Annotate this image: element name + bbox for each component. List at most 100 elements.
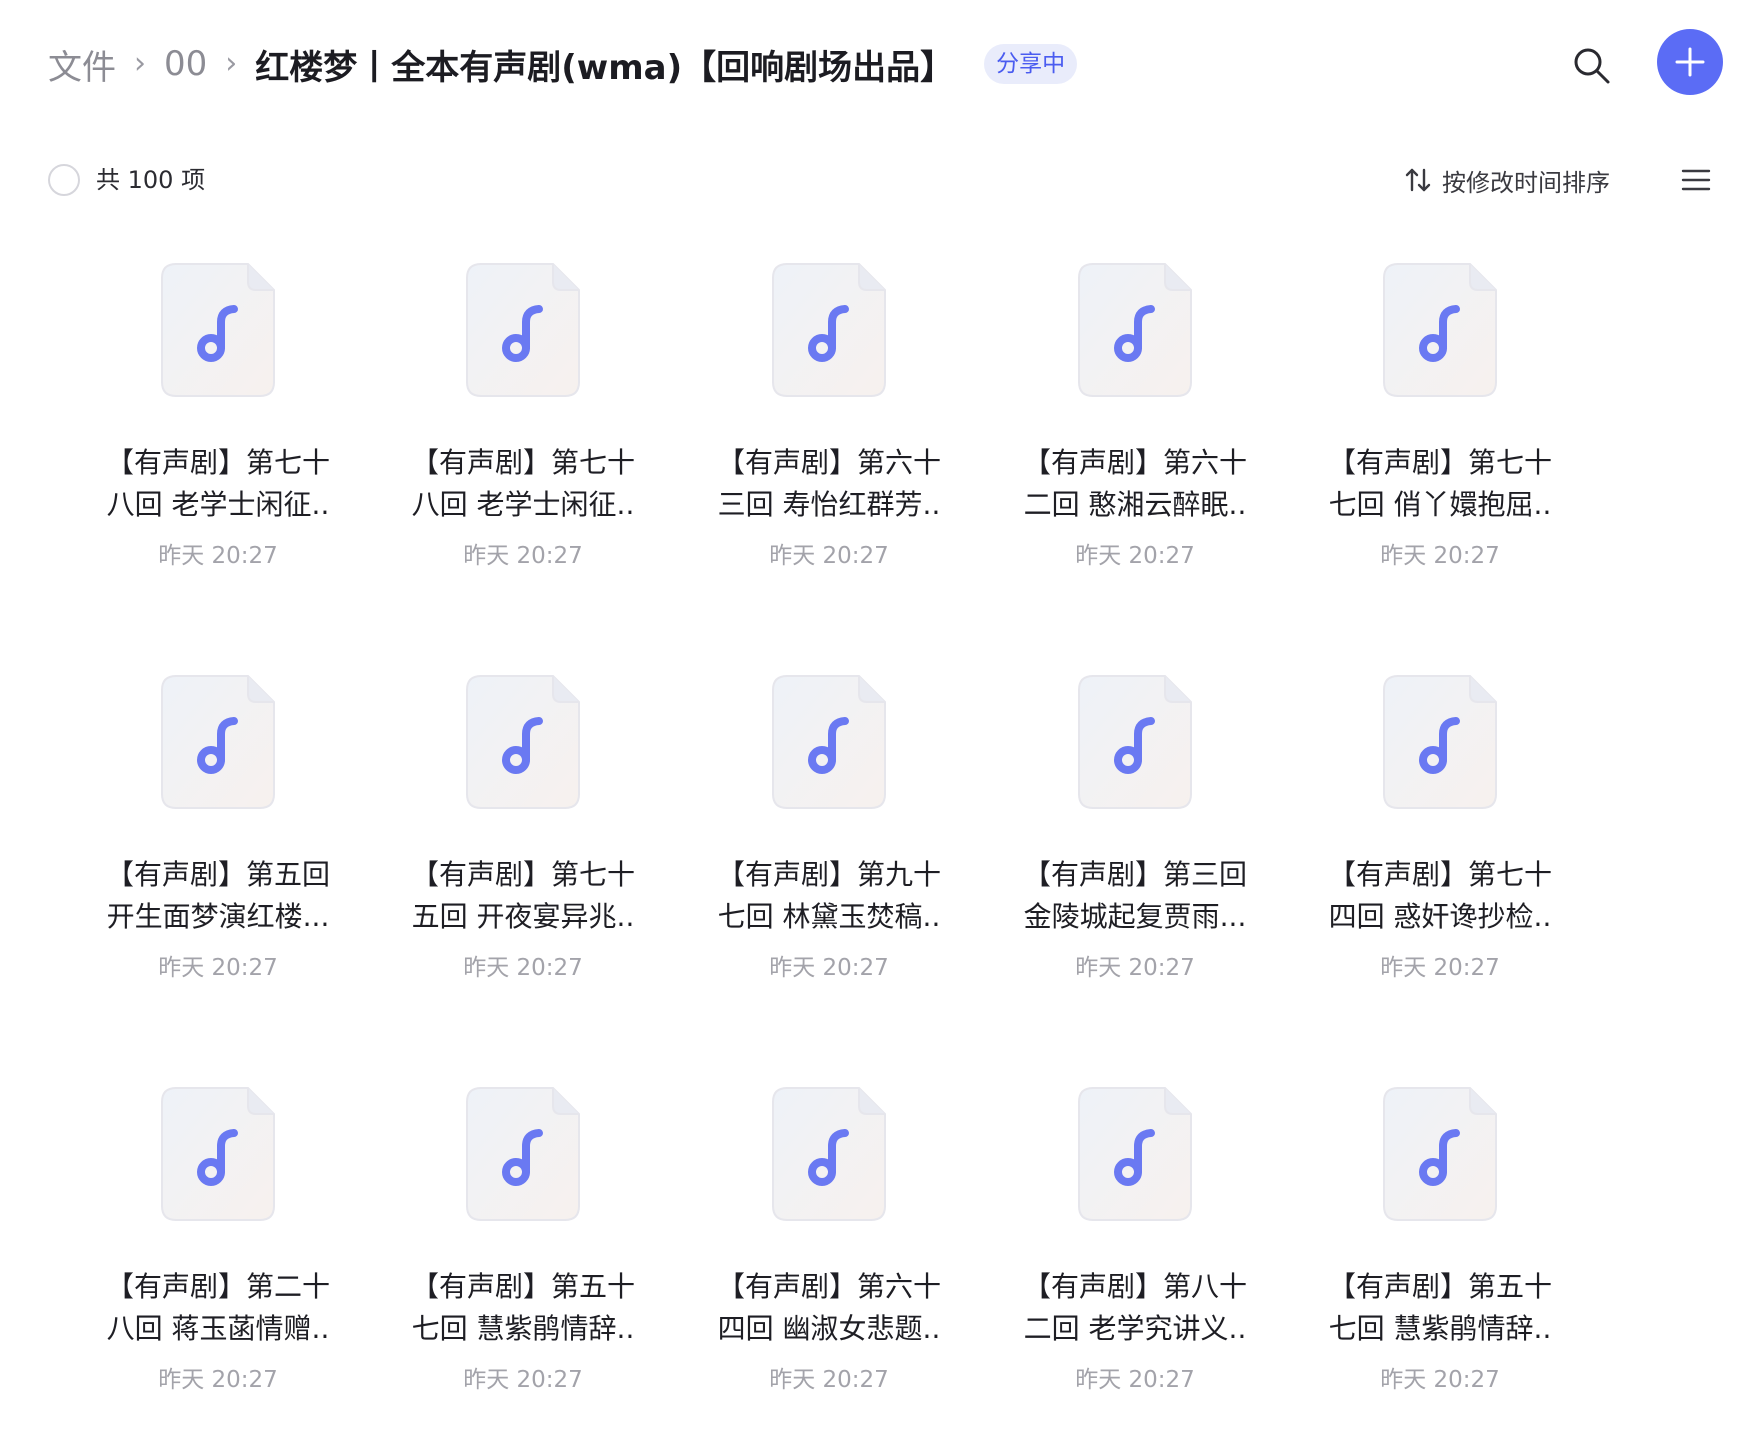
file-tile[interactable]: 【有声剧】第五十 七回 慧紫鹃情辞.. 昨天 20:27: [1302, 1086, 1602, 1406]
file-name: 【有声剧】第七十 七回 俏丫嬛抱屈..: [1302, 442, 1578, 526]
file-name-line: 开生面梦演红楼...: [106, 900, 330, 933]
music-note-icon: [1078, 675, 1192, 809]
file-tile[interactable]: 【有声剧】第七十 七回 俏丫嬛抱屈.. 昨天 20:27: [1302, 262, 1602, 582]
file-modified-time: 昨天 20:27: [463, 543, 583, 569]
file-tile[interactable]: 【有声剧】第二十 八回 蒋玉菡情赠.. 昨天 20:27: [80, 1086, 380, 1406]
add-button[interactable]: [1657, 29, 1723, 95]
file-name-line: 七回 慧紫鹃情辞..: [1328, 1312, 1552, 1345]
item-count: 共 100 项: [96, 166, 206, 194]
header: 文件 › 00 › 红楼梦丨全本有声剧(wma)【回响剧场出品】 分享中: [0, 0, 1762, 130]
file-modified-time: 昨天 20:27: [1380, 955, 1500, 981]
file-name-line: 【有声剧】第七十: [1327, 446, 1552, 479]
file-name-line: 【有声剧】第七十: [1327, 858, 1552, 891]
file-name: 【有声剧】第九十 七回 林黛玉焚稿..: [691, 854, 967, 938]
file-modified-time: 昨天 20:27: [158, 1367, 278, 1393]
music-note-icon: [1383, 263, 1497, 397]
music-note-icon: [161, 263, 275, 397]
music-note-icon: [1383, 675, 1497, 809]
file-name-line: 八回 老学士闲征..: [106, 488, 330, 521]
toolbar: 共 100 项 按修改时间排序: [0, 150, 1762, 210]
plus-icon: [1675, 47, 1705, 77]
file-name: 【有声剧】第六十 三回 寿怡红群芳..: [691, 442, 967, 526]
file-name-line: 七回 慧紫鹃情辞..: [411, 1312, 635, 1345]
breadcrumb: 文件 › 00 › 红楼梦丨全本有声剧(wma)【回响剧场出品】 分享中: [48, 38, 1078, 90]
file-name-line: 五回 开夜宴异兆..: [411, 900, 635, 933]
file-name-line: 【有声剧】第三回: [1022, 858, 1247, 891]
file-modified-time: 昨天 20:27: [1075, 955, 1195, 981]
file-name-line: 【有声剧】第七十: [410, 446, 635, 479]
music-note-icon: [1078, 263, 1192, 397]
file-tile[interactable]: 【有声剧】第五回 开生面梦演红楼... 昨天 20:27: [80, 674, 380, 994]
chevron-right-icon: ›: [134, 45, 146, 81]
file-name-line: 八回 老学士闲征..: [411, 488, 635, 521]
file-name-line: 【有声剧】第六十: [716, 1270, 941, 1303]
file-name-line: 【有声剧】第五十: [410, 1270, 635, 1303]
file-name-line: 【有声剧】第六十: [716, 446, 941, 479]
sort-label: 按修改时间排序: [1442, 168, 1610, 197]
file-name: 【有声剧】第五回 开生面梦演红楼...: [80, 854, 356, 938]
file-modified-time: 昨天 20:27: [463, 1367, 583, 1393]
file-tile[interactable]: 【有声剧】第七十 八回 老学士闲征.. 昨天 20:27: [385, 262, 685, 582]
file-name: 【有声剧】第五十 七回 慧紫鹃情辞..: [385, 1266, 661, 1350]
music-note-icon: [1078, 1087, 1192, 1221]
music-note-icon: [161, 675, 275, 809]
file-name-line: 【有声剧】第八十: [1022, 1270, 1247, 1303]
file-modified-time: 昨天 20:27: [1380, 1367, 1500, 1393]
music-note-icon: [772, 263, 886, 397]
breadcrumb-parent[interactable]: 00: [164, 44, 207, 84]
file-modified-time: 昨天 20:27: [1075, 1367, 1195, 1393]
file-tile[interactable]: 【有声剧】第七十 八回 老学士闲征.. 昨天 20:27: [80, 262, 380, 582]
file-name-line: 【有声剧】第五回: [105, 858, 330, 891]
file-tile[interactable]: 【有声剧】第七十 五回 开夜宴异兆.. 昨天 20:27: [385, 674, 685, 994]
file-name-line: 八回 蒋玉菡情赠..: [106, 1312, 330, 1345]
file-tile[interactable]: 【有声剧】第八十 二回 老学究讲义.. 昨天 20:27: [997, 1086, 1297, 1406]
file-modified-time: 昨天 20:27: [158, 955, 278, 981]
file-name: 【有声剧】第七十 四回 惑奸谗抄检..: [1302, 854, 1578, 938]
file-name-line: 七回 林黛玉焚稿..: [717, 900, 941, 933]
file-modified-time: 昨天 20:27: [158, 543, 278, 569]
music-note-icon: [772, 1087, 886, 1221]
file-tile[interactable]: 【有声剧】第九十 七回 林黛玉焚稿.. 昨天 20:27: [691, 674, 991, 994]
select-all-checkbox[interactable]: [48, 164, 80, 196]
list-view-icon: [1681, 169, 1711, 191]
file-name-line: 【有声剧】第七十: [105, 446, 330, 479]
file-tile[interactable]: 【有声剧】第三回 金陵城起复贾雨... 昨天 20:27: [997, 674, 1297, 994]
breadcrumb-root[interactable]: 文件: [48, 40, 116, 89]
file-name-line: 金陵城起复贾雨...: [1023, 900, 1247, 933]
file-name-line: 【有声剧】第九十: [716, 858, 941, 891]
file-name: 【有声剧】第五十 七回 慧紫鹃情辞..: [1302, 1266, 1578, 1350]
music-note-icon: [466, 675, 580, 809]
file-name-line: 四回 幽淑女悲题..: [717, 1312, 941, 1345]
file-tile[interactable]: 【有声剧】第六十 三回 寿怡红群芳.. 昨天 20:27: [691, 262, 991, 582]
file-tile[interactable]: 【有声剧】第七十 四回 惑奸谗抄检.. 昨天 20:27: [1302, 674, 1602, 994]
share-status-badge[interactable]: 分享中: [984, 44, 1078, 84]
file-name: 【有声剧】第七十 八回 老学士闲征..: [80, 442, 356, 526]
file-modified-time: 昨天 20:27: [1075, 543, 1195, 569]
music-note-icon: [1383, 1087, 1497, 1221]
sort-arrows-icon: [1405, 168, 1431, 192]
sort-button[interactable]: 按修改时间排序: [1404, 162, 1610, 198]
file-name-line: 【有声剧】第七十: [410, 858, 635, 891]
file-tile[interactable]: 【有声剧】第五十 七回 慧紫鹃情辞.. 昨天 20:27: [385, 1086, 685, 1406]
view-toggle-button[interactable]: [1676, 160, 1716, 200]
file-name: 【有声剧】第七十 五回 开夜宴异兆..: [385, 854, 661, 938]
file-name: 【有声剧】第七十 八回 老学士闲征..: [385, 442, 661, 526]
file-name-line: 七回 俏丫嬛抱屈..: [1328, 488, 1552, 521]
file-modified-time: 昨天 20:27: [769, 543, 889, 569]
music-note-icon: [466, 263, 580, 397]
search-icon: [1574, 48, 1610, 84]
file-modified-time: 昨天 20:27: [769, 1367, 889, 1393]
file-name-line: 【有声剧】第六十: [1022, 446, 1247, 479]
file-name-line: 二回 老学究讲义..: [1023, 1312, 1247, 1345]
file-modified-time: 昨天 20:27: [769, 955, 889, 981]
file-name: 【有声剧】第八十 二回 老学究讲义..: [997, 1266, 1273, 1350]
file-tile[interactable]: 【有声剧】第六十 四回 幽淑女悲题.. 昨天 20:27: [691, 1086, 991, 1406]
music-note-icon: [466, 1087, 580, 1221]
file-tile[interactable]: 【有声剧】第六十 二回 憨湘云醉眠.. 昨天 20:27: [997, 262, 1297, 582]
file-name-line: 【有声剧】第二十: [105, 1270, 330, 1303]
file-name: 【有声剧】第三回 金陵城起复贾雨...: [997, 854, 1273, 938]
file-name: 【有声剧】第六十 四回 幽淑女悲题..: [691, 1266, 967, 1350]
search-button[interactable]: [1566, 40, 1618, 92]
page-title: 红楼梦丨全本有声剧(wma)【回响剧场出品】: [255, 47, 955, 88]
file-name-line: 二回 憨湘云醉眠..: [1023, 488, 1247, 521]
